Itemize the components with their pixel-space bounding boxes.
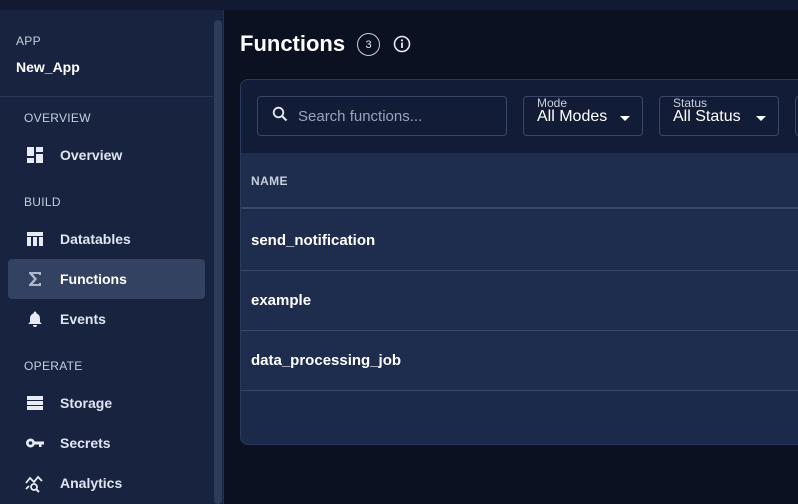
bell-icon [25, 309, 45, 329]
info-icon[interactable] [392, 34, 412, 54]
sidebar-item-label: Events [60, 311, 106, 327]
chevron-down-icon [620, 116, 630, 121]
table-icon [25, 229, 45, 249]
search-input[interactable] [298, 107, 498, 125]
key-icon [25, 433, 45, 453]
sidebar-divider [0, 96, 213, 97]
table-header: NAME [241, 153, 798, 209]
column-header-name[interactable]: NAME [251, 174, 288, 188]
sidebar-item-analytics[interactable]: Analytics [8, 463, 205, 503]
page-title: Functions [240, 31, 346, 56]
app-label: APP [16, 34, 41, 48]
top-bar [0, 0, 798, 10]
chevron-down-icon [756, 116, 766, 121]
app-name[interactable]: New_App [16, 59, 80, 75]
analytics-icon [25, 473, 45, 493]
sidebar-item-datatables[interactable]: Datatables [8, 219, 205, 259]
function-name[interactable]: send_notification [251, 232, 375, 249]
filter-toolbar: Mode All Modes Status All Status [241, 80, 798, 153]
table-row[interactable]: send_notification [241, 211, 798, 271]
function-name[interactable]: data_processing_job [251, 352, 401, 369]
sidebar-item-overview[interactable]: Overview [8, 135, 205, 175]
sidebar: APP New_App OVERVIEW Overview BUILD Data… [0, 10, 224, 504]
sidebar-item-label: Storage [60, 395, 113, 411]
sidebar-item-functions[interactable]: Functions [8, 259, 205, 299]
status-value: All Status [673, 108, 741, 125]
sidebar-item-events[interactable]: Events [8, 299, 205, 339]
sidebar-item-label: Datatables [60, 231, 131, 247]
count-badge: 3 [357, 33, 380, 56]
search-box[interactable] [257, 96, 507, 136]
sidebar-item-label: Functions [60, 271, 127, 287]
function-name[interactable]: example [251, 292, 311, 309]
table-row[interactable]: data_processing_job [241, 331, 798, 391]
sidebar-item-label: Analytics [60, 475, 123, 491]
sidebar-item-storage[interactable]: Storage [8, 383, 205, 423]
status-select[interactable]: Status All Status [659, 96, 779, 136]
functions-panel: Mode All Modes Status All Status NAME se… [240, 79, 798, 445]
table-row[interactable]: example [241, 271, 798, 331]
dashboard-icon [25, 145, 45, 165]
app-block: APP New_App [16, 34, 80, 75]
storage-icon [25, 393, 45, 413]
sidebar-item-label: Overview [60, 147, 123, 163]
search-icon [272, 106, 288, 127]
sidebar-scrollbar[interactable] [214, 20, 222, 504]
sidebar-item-secrets[interactable]: Secrets [8, 423, 205, 463]
section-label-build: BUILD [24, 195, 61, 209]
mode-value: All Modes [537, 108, 608, 125]
mode-select[interactable]: Mode All Modes [523, 96, 643, 136]
section-label-operate: OPERATE [24, 359, 83, 373]
sidebar-item-label: Secrets [60, 435, 111, 451]
sigma-icon [25, 269, 45, 289]
section-label-overview: OVERVIEW [24, 111, 91, 125]
